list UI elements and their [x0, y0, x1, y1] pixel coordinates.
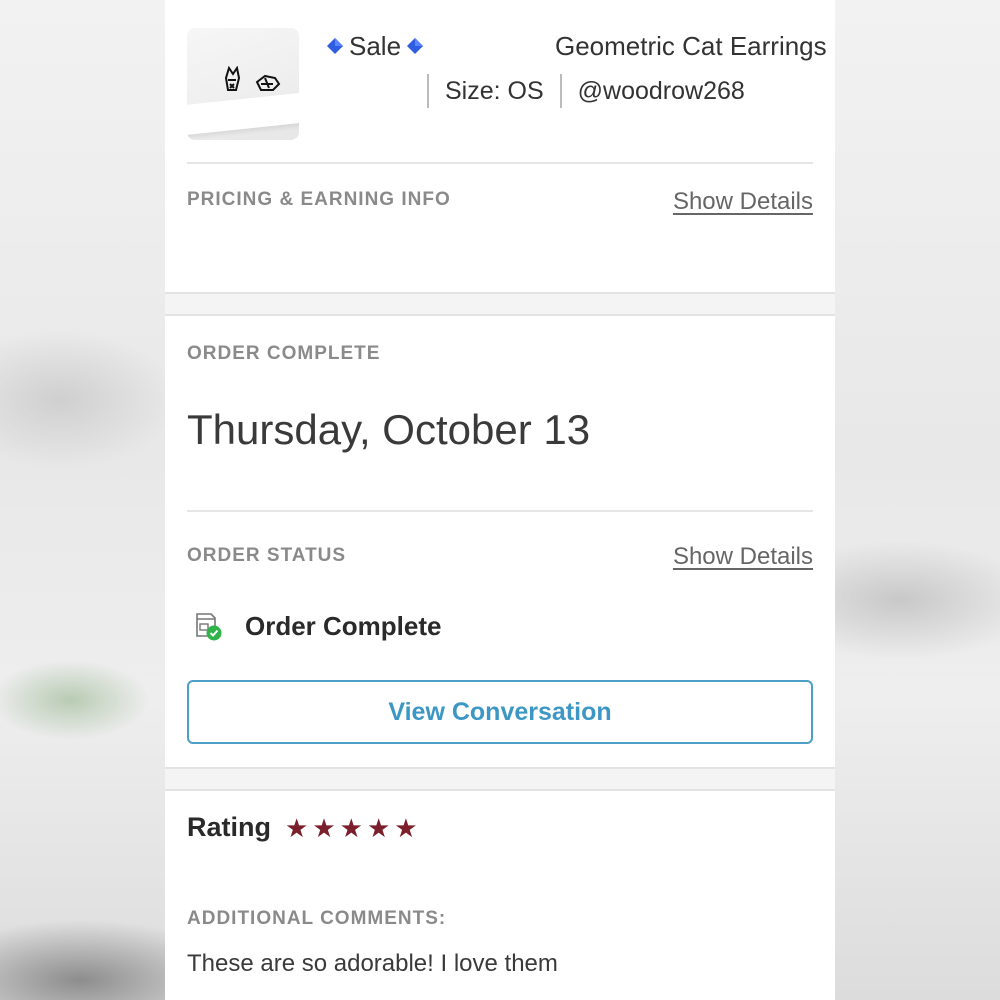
- star-icon: ★: [285, 812, 309, 843]
- star-icon: ★: [339, 812, 363, 843]
- listing-meta: Size: OS @woodrow268: [427, 72, 745, 110]
- cat-earrings-icon: [224, 66, 281, 91]
- star-icon: ★: [366, 812, 391, 843]
- divider: [187, 510, 813, 512]
- blue-diamond-icon: [407, 38, 424, 54]
- rating-stars: ★ ★ ★ ★ ★: [285, 815, 418, 841]
- order-status-heading: ORDER STATUS: [187, 545, 347, 566]
- star-icon: ★: [394, 812, 418, 843]
- section-gap: [165, 767, 835, 791]
- divider: [187, 162, 813, 164]
- pricing-heading: PRICING & EARNING INFO: [187, 189, 451, 210]
- blue-diamond-icon: [327, 38, 343, 54]
- star-icon: ★: [312, 812, 336, 843]
- marble-slab-image: [187, 90, 299, 136]
- seller-username[interactable]: @woodrow268: [562, 77, 745, 106]
- order-detail-panel: Sale Geometric Cat Earrings Size: OS @wo…: [165, 0, 835, 1000]
- size-label: Size: OS: [445, 76, 544, 105]
- pricing-show-details-link[interactable]: Show Details: [673, 188, 813, 216]
- section-gap: [165, 292, 835, 316]
- comment-text: These are so adorable! I love them: [187, 950, 558, 977]
- rating-label: Rating: [187, 812, 271, 842]
- sale-label: Sale: [349, 30, 402, 61]
- additional-comments-heading: ADDITIONAL COMMENTS:: [187, 908, 447, 929]
- order-status-row: Order Complete: [191, 610, 442, 642]
- status-show-details-link[interactable]: Show Details: [673, 543, 813, 571]
- order-complete-heading: ORDER COMPLETE: [187, 343, 381, 364]
- rating-row: Rating ★ ★ ★ ★ ★: [187, 812, 418, 843]
- listing-title[interactable]: Geometric Cat Earrings: [555, 28, 835, 64]
- sale-badge: Sale: [327, 28, 424, 64]
- package-check-icon: [196, 613, 222, 641]
- order-date: Thursday, October 13: [187, 406, 591, 453]
- product-thumbnail[interactable]: [187, 28, 299, 140]
- view-conversation-button[interactable]: View Conversation: [187, 680, 813, 744]
- order-status-text: Order Complete: [245, 610, 442, 641]
